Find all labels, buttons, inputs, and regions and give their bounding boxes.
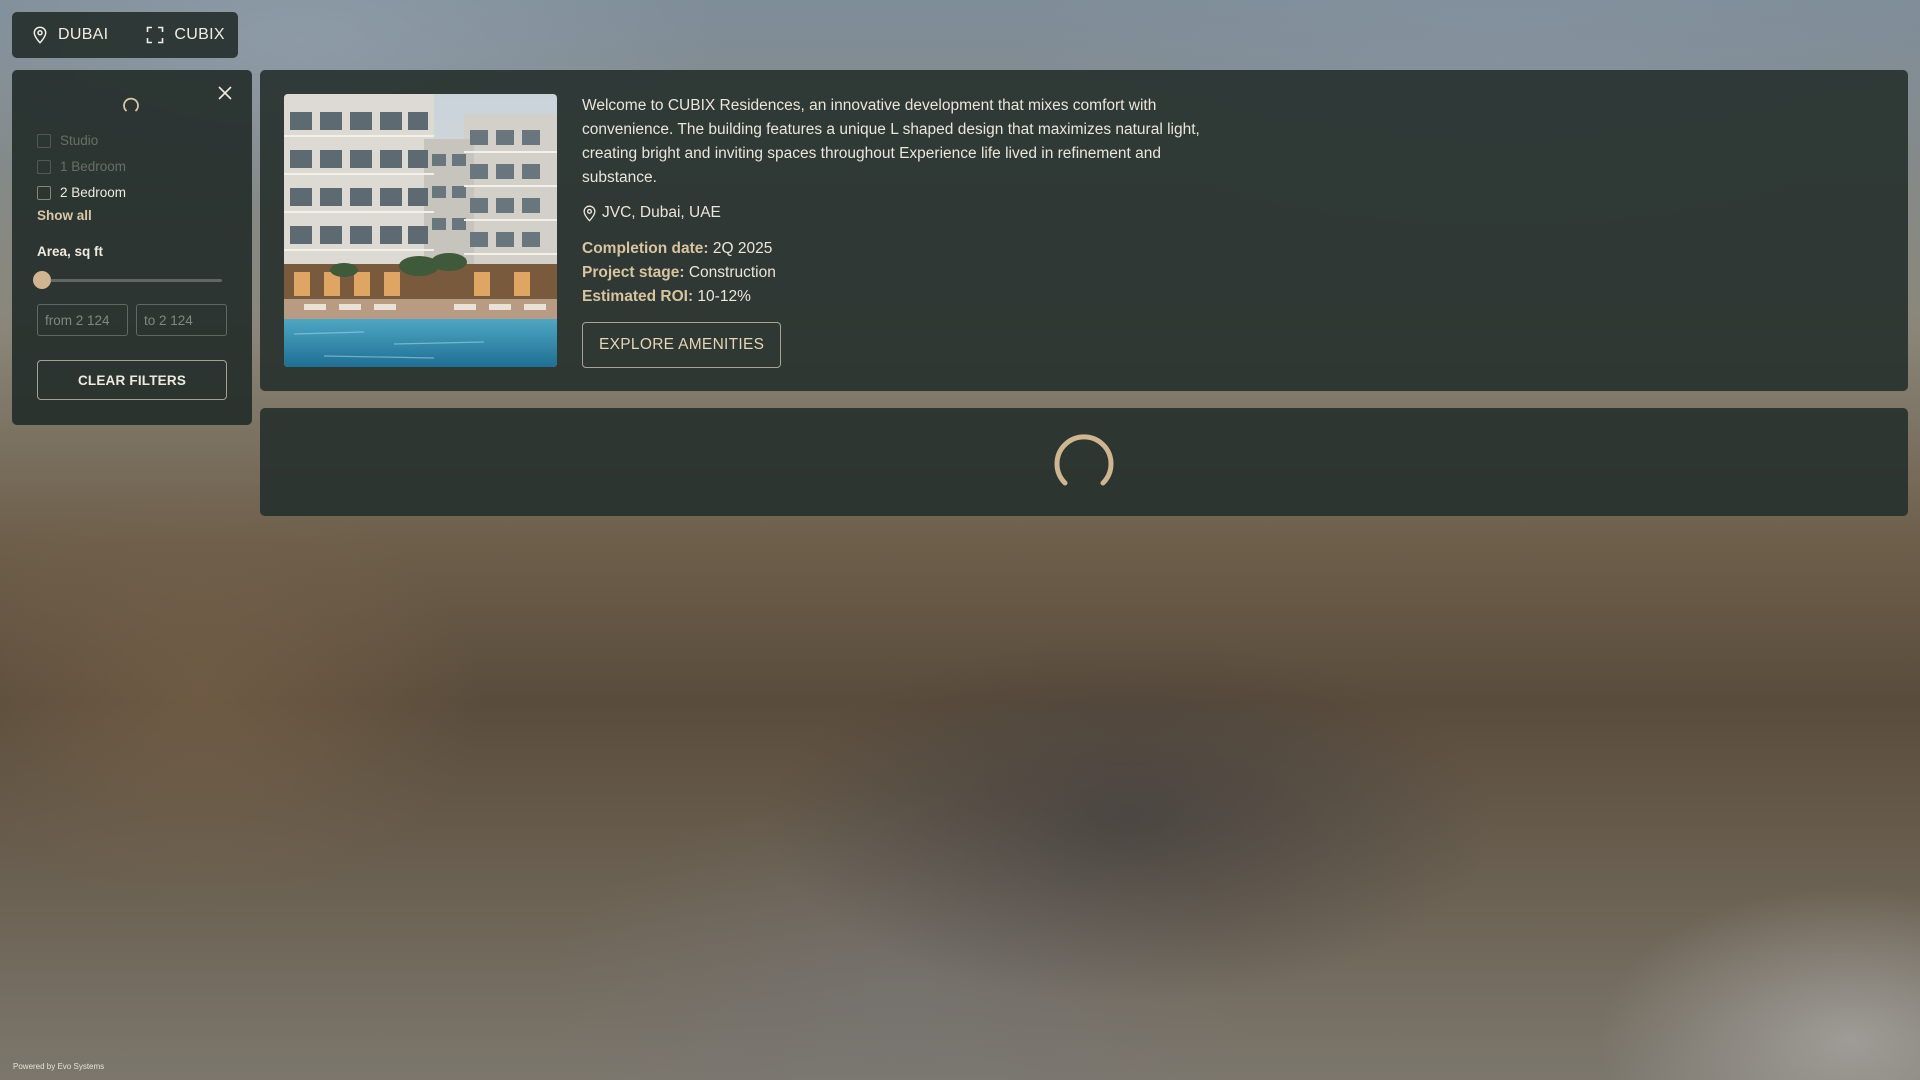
- checkbox[interactable]: [37, 133, 51, 148]
- project-location: JVC, Dubai, UAE: [582, 204, 721, 222]
- breadcrumb: DUBAI CUBIX: [12, 12, 238, 58]
- estimated-roi: Estimated ROI: 10-12%: [582, 288, 751, 306]
- completion-label: Completion date:: [582, 240, 709, 257]
- area-label: Area, sq ft: [37, 244, 104, 259]
- unit-type-label: Studio: [60, 133, 99, 148]
- unit-type-1-bedroom[interactable]: 1 Bedroom: [37, 159, 126, 174]
- project-card: Welcome to CUBIX Residences, an innovati…: [260, 70, 1908, 391]
- unit-type-label: 1 Bedroom: [60, 159, 127, 174]
- area-to-input[interactable]: [136, 304, 227, 336]
- show-all-link[interactable]: Show all: [37, 208, 92, 223]
- completion-date: Completion date: 2Q 2025: [582, 240, 772, 258]
- stage-label: Project stage:: [582, 264, 685, 281]
- explore-amenities-button[interactable]: EXPLORE AMENITIES: [582, 322, 782, 368]
- spinner-icon: [1054, 434, 1114, 486]
- fullscreen-icon: [147, 26, 164, 44]
- breadcrumb-city-label: DUBAI: [58, 26, 109, 43]
- breadcrumb-project-label: CUBIX: [174, 26, 225, 43]
- area-slider-track[interactable]: [42, 279, 222, 282]
- roi-label: Estimated ROI:: [582, 288, 694, 305]
- roi-value: 10-12%: [697, 288, 751, 305]
- unit-type-studio[interactable]: Studio: [37, 133, 98, 148]
- area-from-input[interactable]: [37, 304, 128, 336]
- checkbox[interactable]: [37, 159, 51, 174]
- stage-value: Construction: [688, 264, 776, 281]
- project-stage: Project stage: Construction: [582, 264, 776, 282]
- checkbox[interactable]: [37, 185, 51, 200]
- close-icon[interactable]: [216, 84, 234, 102]
- clear-filters-button[interactable]: CLEAR FILTERS: [37, 360, 227, 400]
- project-description: Welcome to CUBIX Residences, an innovati…: [582, 97, 1200, 186]
- area-slider-thumb[interactable]: [33, 271, 51, 289]
- location-text: JVC, Dubai, UAE: [602, 204, 721, 221]
- project-photo: [284, 94, 557, 367]
- map-pin-icon: [33, 26, 47, 44]
- map-pin-icon: [583, 205, 596, 222]
- unit-type-label: 2 Bedroom: [60, 185, 127, 200]
- filter-panel: Studio 1 Bedroom 2 Bedroom Show all Area…: [12, 70, 252, 425]
- breadcrumb-city[interactable]: DUBAI: [32, 26, 108, 44]
- spinner-icon: [123, 97, 139, 112]
- completion-value: 2Q 2025: [712, 240, 773, 257]
- powered-by-footer: Powered by Evo Systems: [13, 1062, 105, 1071]
- units-loading-panel: [260, 408, 1908, 516]
- unit-type-2-bedroom[interactable]: 2 Bedroom: [37, 185, 126, 200]
- breadcrumb-project[interactable]: CUBIX: [146, 26, 225, 44]
